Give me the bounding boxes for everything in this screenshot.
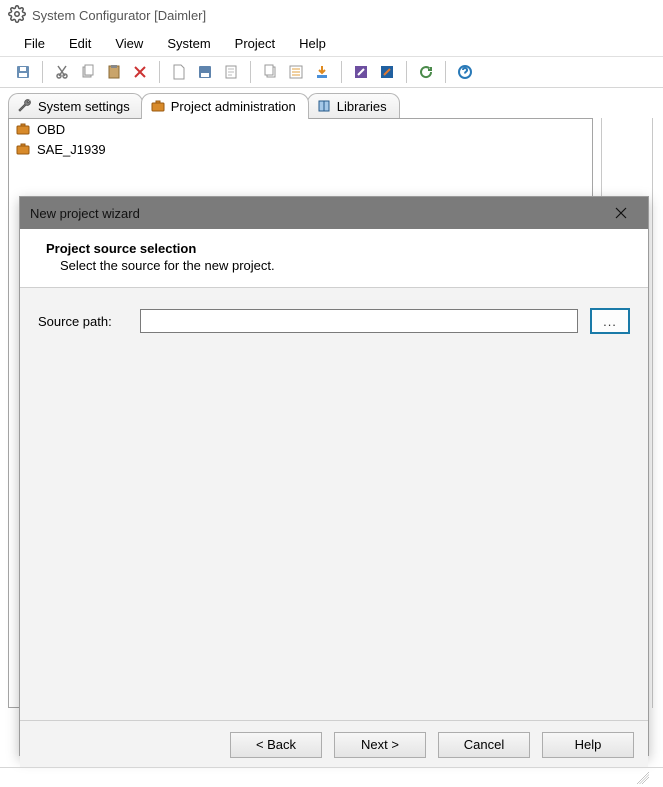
next-button[interactable]: Next > xyxy=(334,732,426,758)
menu-system[interactable]: System xyxy=(157,33,220,54)
dialog-title: New project wizard xyxy=(30,206,140,221)
menu-project[interactable]: Project xyxy=(225,33,285,54)
toolbar-separator xyxy=(250,61,251,83)
window-title: System Configurator [Daimler] xyxy=(32,8,206,23)
wrench-icon xyxy=(17,98,33,114)
delete-icon[interactable] xyxy=(128,60,152,84)
tab-system-settings[interactable]: System settings xyxy=(8,93,143,118)
menu-edit[interactable]: Edit xyxy=(59,33,101,54)
gear-icon xyxy=(8,5,32,26)
cut-icon[interactable] xyxy=(50,60,74,84)
tab-label: Libraries xyxy=(337,99,387,114)
toolbar-separator xyxy=(406,61,407,83)
paste-icon[interactable] xyxy=(102,60,126,84)
menu-bar: File Edit View System Project Help xyxy=(0,30,663,56)
tree-item-label: SAE_J1939 xyxy=(37,142,106,157)
page-icon[interactable] xyxy=(219,60,243,84)
list-icon[interactable] xyxy=(284,60,308,84)
book-icon xyxy=(316,98,332,114)
briefcase-icon xyxy=(150,98,166,114)
source-path-input[interactable] xyxy=(140,309,578,333)
toolbar-separator xyxy=(42,61,43,83)
dialog-footer: < Back Next > Cancel Help xyxy=(20,720,648,768)
menu-file[interactable]: File xyxy=(14,33,55,54)
purple-tool-icon[interactable] xyxy=(349,60,373,84)
browse-button[interactable]: ... xyxy=(590,308,630,334)
refresh-icon[interactable] xyxy=(414,60,438,84)
menu-help[interactable]: Help xyxy=(289,33,336,54)
pages-icon[interactable] xyxy=(258,60,282,84)
new-doc-icon[interactable] xyxy=(167,60,191,84)
dialog-header: Project source selection Select the sour… xyxy=(20,229,648,288)
tree-item-obd[interactable]: OBD xyxy=(9,119,592,139)
save-doc-icon[interactable] xyxy=(193,60,217,84)
title-bar: System Configurator [Daimler] xyxy=(0,0,663,30)
close-icon xyxy=(615,207,627,219)
blue-tool-icon[interactable] xyxy=(375,60,399,84)
tab-label: System settings xyxy=(38,99,130,114)
tab-strip: System settings Project administration L… xyxy=(0,88,663,118)
toolbar-separator xyxy=(159,61,160,83)
download-icon[interactable] xyxy=(310,60,334,84)
status-bar xyxy=(0,767,663,787)
save-icon[interactable] xyxy=(11,60,35,84)
briefcase-icon xyxy=(15,141,31,157)
source-path-label: Source path: xyxy=(38,314,128,329)
back-button[interactable]: < Back xyxy=(230,732,322,758)
dialog-headline: Project source selection xyxy=(46,241,628,256)
menu-view[interactable]: View xyxy=(105,33,153,54)
tab-label: Project administration xyxy=(171,99,296,114)
resize-grip-icon[interactable] xyxy=(637,772,649,784)
copy-icon[interactable] xyxy=(76,60,100,84)
new-project-wizard-dialog: New project wizard Project source select… xyxy=(19,196,649,756)
help-button[interactable]: Help xyxy=(542,732,634,758)
dialog-subline: Select the source for the new project. xyxy=(46,258,628,273)
dialog-body: Source path: ... xyxy=(20,288,648,720)
briefcase-icon xyxy=(15,121,31,137)
dialog-title-bar: New project wizard xyxy=(20,197,648,229)
cancel-button[interactable]: Cancel xyxy=(438,732,530,758)
help-icon[interactable] xyxy=(453,60,477,84)
toolbar-separator xyxy=(341,61,342,83)
toolbar-separator xyxy=(445,61,446,83)
tab-libraries[interactable]: Libraries xyxy=(307,93,400,118)
toolbar xyxy=(0,56,663,88)
tab-project-administration[interactable]: Project administration xyxy=(141,93,309,119)
close-button[interactable] xyxy=(604,201,638,225)
tree-item-sae-j1939[interactable]: SAE_J1939 xyxy=(9,139,592,159)
tree-item-label: OBD xyxy=(37,122,65,137)
